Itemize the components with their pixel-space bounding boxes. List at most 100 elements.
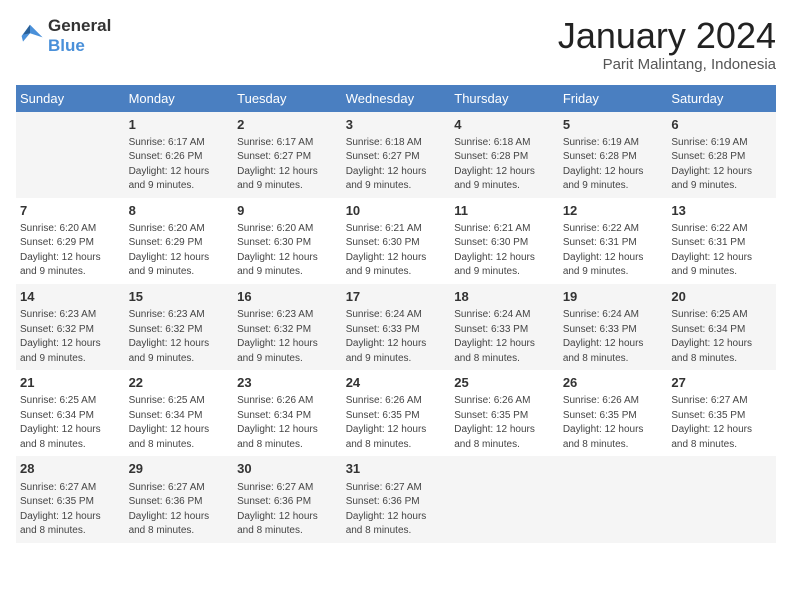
calendar-cell: 18 Sunrise: 6:24 AMSunset: 6:33 PMDayligh… [450, 284, 559, 370]
day-number: 23 [237, 374, 338, 392]
day-number: 29 [129, 460, 230, 478]
day-number: 5 [563, 116, 664, 134]
calendar-cell: 21 Sunrise: 6:25 AMSunset: 6:34 PMDayligh… [16, 370, 125, 456]
day-number: 10 [346, 202, 447, 220]
weekday-header: Saturday [667, 85, 776, 112]
day-info: Sunrise: 6:20 AMSunset: 6:29 PMDaylight:… [20, 222, 121, 280]
weekday-header: Wednesday [342, 85, 451, 112]
day-info: Sunrise: 6:25 AMSunset: 6:34 PMDaylight:… [671, 308, 772, 366]
day-number: 22 [129, 374, 230, 392]
calendar-cell: 19Sunrise: 6:24 AMSunset: 6:33 PMDayligh… [559, 284, 668, 370]
calendar-cell: 20 Sunrise: 6:25 AMSunset: 6:34 PMDayligh… [667, 284, 776, 370]
day-info: Sunrise: 6:22 AMSunset: 6:31 PMDaylight:… [671, 222, 772, 280]
day-info: Sunrise: 6:26 AMSunset: 6:34 PMDaylight:… [237, 394, 338, 452]
calendar-cell: 12 Sunrise: 6:22 AMSunset: 6:31 PMDayligh… [559, 198, 668, 284]
calendar-cell: 2 Sunrise: 6:17 AMSunset: 6:27 PMDaylight… [233, 112, 342, 198]
day-info: Sunrise: 6:27 AMSunset: 6:35 PMDaylight:… [20, 481, 121, 539]
calendar-cell: 11 Sunrise: 6:21 AMSunset: 6:30 PMDayligh… [450, 198, 559, 284]
day-info: Sunrise: 6:18 AMSunset: 6:28 PMDaylight:… [454, 136, 555, 194]
calendar-cell: 27 Sunrise: 6:27 AMSunset: 6:35 PMDayligh… [667, 370, 776, 456]
day-number: 30 [237, 460, 338, 478]
day-info: Sunrise: 6:27 AMSunset: 6:35 PMDaylight:… [671, 394, 772, 452]
calendar-table: SundayMondayTuesdayWednesdayThursdayFrid… [16, 85, 776, 543]
calendar-cell: 30 Sunrise: 6:27 AMSunset: 6:36 PMDayligh… [233, 456, 342, 542]
calendar-cell: 23 Sunrise: 6:26 AMSunset: 6:34 PMDayligh… [233, 370, 342, 456]
day-number: 18 [454, 288, 555, 306]
calendar-cell: 16 Sunrise: 6:23 AMSunset: 6:32 PMDayligh… [233, 284, 342, 370]
day-info: Sunrise: 6:24 AMSunset: 6:33 PMDaylight:… [346, 308, 447, 366]
day-info: Sunrise: 6:20 AMSunset: 6:30 PMDaylight:… [237, 222, 338, 280]
calendar-week-row: 21 Sunrise: 6:25 AMSunset: 6:34 PMDayligh… [16, 370, 776, 456]
month-title: January 2024 [558, 16, 776, 56]
calendar-cell: 24 Sunrise: 6:26 AMSunset: 6:35 PMDayligh… [342, 370, 451, 456]
day-number: 21 [20, 374, 121, 392]
day-info: Sunrise: 6:27 AMSunset: 6:36 PMDaylight:… [129, 481, 230, 539]
page-header: General Blue January 2024 Parit Malintan… [16, 16, 776, 73]
calendar-cell [667, 456, 776, 542]
calendar-cell: 31Sunrise: 6:27 AMSunset: 6:36 PMDayligh… [342, 456, 451, 542]
day-info: Sunrise: 6:23 AMSunset: 6:32 PMDaylight:… [20, 308, 121, 366]
calendar-cell [16, 112, 125, 198]
day-number: 25 [454, 374, 555, 392]
day-info: Sunrise: 6:23 AMSunset: 6:32 PMDaylight:… [129, 308, 230, 366]
day-info: Sunrise: 6:23 AMSunset: 6:32 PMDaylight:… [237, 308, 338, 366]
day-number: 28 [20, 460, 121, 478]
day-number: 14 [20, 288, 121, 306]
title-area: January 2024 Parit Malintang, Indonesia [558, 16, 776, 73]
day-number: 27 [671, 374, 772, 392]
calendar-cell: 25 Sunrise: 6:26 AMSunset: 6:35 PMDayligh… [450, 370, 559, 456]
day-number: 11 [454, 202, 555, 220]
day-info: Sunrise: 6:24 AMSunset: 6:33 PMDaylight:… [563, 308, 664, 366]
calendar-cell: 29 Sunrise: 6:27 AMSunset: 6:36 PMDayligh… [125, 456, 234, 542]
day-number: 13 [671, 202, 772, 220]
day-number: 2 [237, 116, 338, 134]
day-info: Sunrise: 6:22 AMSunset: 6:31 PMDaylight:… [563, 222, 664, 280]
day-number: 8 [129, 202, 230, 220]
day-number: 26 [563, 374, 664, 392]
logo-text: General Blue [48, 16, 111, 55]
calendar-cell [559, 456, 668, 542]
day-info: Sunrise: 6:17 AMSunset: 6:27 PMDaylight:… [237, 136, 338, 194]
weekday-header: Friday [559, 85, 668, 112]
day-number: 24 [346, 374, 447, 392]
day-number: 7 [20, 202, 121, 220]
day-number: 17 [346, 288, 447, 306]
calendar-cell: 8Sunrise: 6:20 AMSunset: 6:29 PMDaylight… [125, 198, 234, 284]
location: Parit Malintang, Indonesia [558, 56, 776, 73]
day-info: Sunrise: 6:26 AMSunset: 6:35 PMDaylight:… [454, 394, 555, 452]
day-info: Sunrise: 6:26 AMSunset: 6:35 PMDaylight:… [563, 394, 664, 452]
logo-icon [16, 22, 44, 50]
day-info: Sunrise: 6:25 AMSunset: 6:34 PMDaylight:… [129, 394, 230, 452]
calendar-cell: 10Sunrise: 6:21 AMSunset: 6:30 PMDayligh… [342, 198, 451, 284]
calendar-cell: 4 Sunrise: 6:18 AMSunset: 6:28 PMDaylight… [450, 112, 559, 198]
logo: General Blue [16, 16, 111, 55]
day-number: 9 [237, 202, 338, 220]
calendar-cell: 22 Sunrise: 6:25 AMSunset: 6:34 PMDayligh… [125, 370, 234, 456]
calendar-cell [450, 456, 559, 542]
calendar-week-row: 14 Sunrise: 6:23 AMSunset: 6:32 PMDayligh… [16, 284, 776, 370]
calendar-cell: 3 Sunrise: 6:18 AMSunset: 6:27 PMDaylight… [342, 112, 451, 198]
day-info: Sunrise: 6:25 AMSunset: 6:34 PMDaylight:… [20, 394, 121, 452]
day-number: 3 [346, 116, 447, 134]
day-info: Sunrise: 6:24 AMSunset: 6:33 PMDaylight:… [454, 308, 555, 366]
day-number: 4 [454, 116, 555, 134]
day-info: Sunrise: 6:27 AMSunset: 6:36 PMDaylight:… [237, 481, 338, 539]
calendar-cell: 5 Sunrise: 6:19 AMSunset: 6:28 PMDaylight… [559, 112, 668, 198]
calendar-week-row: 28 Sunrise: 6:27 AMSunset: 6:35 PMDayligh… [16, 456, 776, 542]
day-number: 16 [237, 288, 338, 306]
calendar-cell: 7 Sunrise: 6:20 AMSunset: 6:29 PMDaylight… [16, 198, 125, 284]
calendar-week-row: 1Sunrise: 6:17 AMSunset: 6:26 PMDaylight… [16, 112, 776, 198]
day-number: 20 [671, 288, 772, 306]
day-info: Sunrise: 6:26 AMSunset: 6:35 PMDaylight:… [346, 394, 447, 452]
day-info: Sunrise: 6:17 AMSunset: 6:26 PMDaylight:… [129, 136, 230, 194]
day-info: Sunrise: 6:21 AMSunset: 6:30 PMDaylight:… [454, 222, 555, 280]
day-info: Sunrise: 6:19 AMSunset: 6:28 PMDaylight:… [563, 136, 664, 194]
calendar-cell: 9 Sunrise: 6:20 AMSunset: 6:30 PMDaylight… [233, 198, 342, 284]
weekday-header: Thursday [450, 85, 559, 112]
weekday-header: Sunday [16, 85, 125, 112]
weekday-header-row: SundayMondayTuesdayWednesdayThursdayFrid… [16, 85, 776, 112]
day-number: 12 [563, 202, 664, 220]
weekday-header: Monday [125, 85, 234, 112]
day-info: Sunrise: 6:18 AMSunset: 6:27 PMDaylight:… [346, 136, 447, 194]
weekday-header: Tuesday [233, 85, 342, 112]
